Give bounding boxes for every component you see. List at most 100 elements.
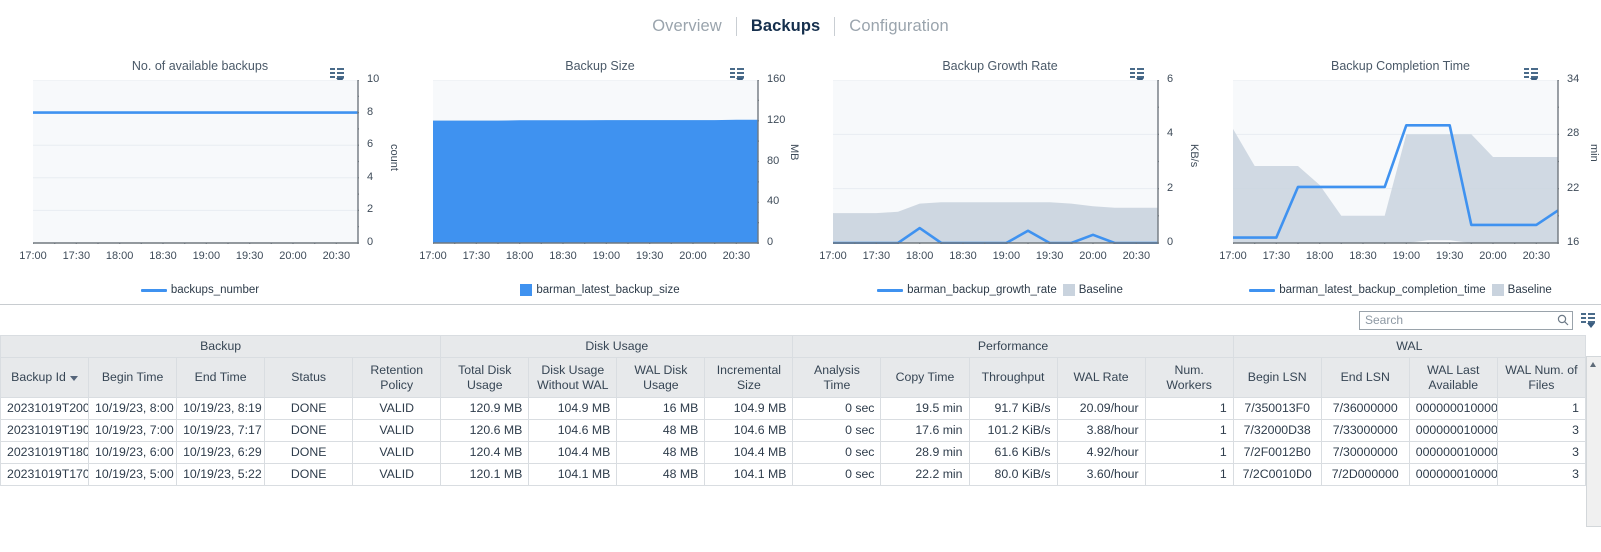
legend-item[interactable]: Baseline [1492, 284, 1552, 296]
x-tick-label: 20:00 [1073, 250, 1113, 262]
plot-wrapper: 1622283417:0017:3018:0018:3019:0019:3020… [1233, 80, 1559, 244]
table-row[interactable]: 20231019T19000510/19/23, 7:00 PM10/19/23… [1, 420, 1586, 442]
table-row[interactable]: 20231019T20000510/19/23, 8:00 PM10/19/23… [1, 398, 1586, 420]
table-column-header-backup-id[interactable]: Backup Id [1, 358, 89, 398]
cell-begin-lsn: 7/2C0010D0 [1233, 464, 1321, 486]
table-column-header-total-disk-usage[interactable]: Total Disk Usage [441, 358, 529, 398]
plot-area [833, 80, 1159, 244]
table-column-header-incremental-size[interactable]: Incremental Size [705, 358, 793, 398]
cell-wal-rate: 20.09/hour [1057, 398, 1145, 420]
cell-retention-policy: VALID [353, 398, 441, 420]
nav-tab-overview[interactable]: Overview [638, 18, 736, 35]
table-row[interactable]: 20231019T18000410/19/23, 6:00 PM10/19/23… [1, 442, 1586, 464]
cell-incremental-size: 104.1 MB [705, 464, 793, 486]
table-column-header-end-time[interactable]: End Time [177, 358, 265, 398]
grid-menu-icon[interactable] [1581, 313, 1595, 327]
cell-wal-num-files: 1 [1497, 398, 1585, 420]
cell-throughput: 101.2 KiB/s [969, 420, 1057, 442]
cell-analysis-time: 0 sec [793, 442, 881, 464]
table-column-header-end-lsn[interactable]: End LSN [1321, 358, 1409, 398]
cell-num-workers: 1 [1145, 464, 1233, 486]
column-header-label: Begin Time [102, 370, 164, 384]
legend-item[interactable]: Baseline [1063, 284, 1123, 296]
cell-retention-policy: VALID [353, 420, 441, 442]
legend-item[interactable]: barman_latest_backup_completion_time [1249, 284, 1485, 296]
column-header-label: End Time [195, 370, 247, 384]
cell-incremental-size: 104.6 MB [705, 420, 793, 442]
cell-wal-num-files: 3 [1497, 464, 1585, 486]
table-column-header-wal-disk-usage[interactable]: WAL Disk Usage [617, 358, 705, 398]
table-row[interactable]: 20231019T17000410/19/23, 5:00 PM10/19/23… [1, 464, 1586, 486]
plot-wrapper: 024617:0017:3018:0018:3019:0019:3020:002… [833, 80, 1159, 244]
main-navigation: Overview Backups Configuration [0, 0, 1601, 52]
column-header-label: Begin LSN [1248, 370, 1307, 384]
table-head: BackupDisk UsagePerformanceWAL Backup Id… [1, 336, 1586, 398]
y-axis-label: min [1588, 144, 1600, 162]
legend-label: barman_latest_backup_size [536, 284, 679, 296]
table-group-header: Performance [793, 336, 1233, 358]
table-column-header-wal-num-files[interactable]: WAL Num. of Files [1497, 358, 1585, 398]
nav-tab-backups[interactable]: Backups [737, 18, 834, 35]
legend-label: Baseline [1508, 284, 1552, 296]
nav-tab-configuration[interactable]: Configuration [835, 18, 962, 35]
x-tick-label: 19:30 [1030, 250, 1070, 262]
sort-descending-icon[interactable] [70, 376, 78, 381]
cell-wal-last-available: 000000010000000700000032 [1409, 442, 1497, 464]
legend-line-marker [1249, 289, 1275, 292]
cell-wal-rate: 4.92/hour [1057, 442, 1145, 464]
table-column-header-analysis-time[interactable]: Analysis Time [793, 358, 881, 398]
cell-throughput: 61.6 KiB/s [969, 442, 1057, 464]
legend-line-marker [141, 289, 167, 292]
x-tick-label: 18:00 [1300, 250, 1340, 262]
plot-area [433, 80, 759, 244]
cell-total-disk-usage: 120.4 MB [441, 442, 529, 464]
y-tick-label: 6 [367, 138, 373, 150]
cell-begin-time: 10/19/23, 5:00 PM [89, 464, 177, 486]
x-tick-label: 18:00 [100, 250, 140, 262]
y-tick-label: 80 [767, 155, 779, 167]
table-column-header-begin-time[interactable]: Begin Time [89, 358, 177, 398]
x-tick-label: 19:00 [586, 250, 626, 262]
chart-3: Backup Growth Rate024617:0017:3018:0018:… [800, 52, 1200, 304]
table-vertical-scrollbar[interactable] [1586, 356, 1601, 527]
cell-num-workers: 1 [1145, 398, 1233, 420]
y-tick-label: 120 [767, 114, 785, 126]
legend-label: barman_latest_backup_completion_time [1279, 284, 1485, 296]
chart-4: Backup Completion Time1622283417:0017:30… [1200, 52, 1601, 304]
cell-num-workers: 1 [1145, 420, 1233, 442]
x-tick-label: 20:00 [273, 250, 313, 262]
chart-2: Backup Size0408012016017:0017:3018:0018:… [400, 52, 800, 304]
legend-item[interactable]: backups_number [141, 284, 259, 296]
table-column-header-copy-time[interactable]: Copy Time [881, 358, 969, 398]
table-column-header-status[interactable]: Status [265, 358, 353, 398]
cell-end-time: 10/19/23, 6:29 PM [177, 442, 265, 464]
cell-begin-lsn: 7/350013F0 [1233, 398, 1321, 420]
cell-begin-time: 10/19/23, 7:00 PM [89, 420, 177, 442]
cell-wal-disk-usage: 48 MB [617, 442, 705, 464]
cell-status: DONE [265, 420, 353, 442]
table-column-header-wal-rate[interactable]: WAL Rate [1057, 358, 1145, 398]
column-header-label: WAL Last Available [1427, 363, 1479, 392]
table-column-header-throughput[interactable]: Throughput [969, 358, 1057, 398]
x-tick-label: 20:00 [673, 250, 713, 262]
search-input[interactable] [1359, 311, 1573, 330]
legend-item[interactable]: barman_backup_growth_rate [877, 284, 1057, 296]
column-header-label: Disk Usage Without WAL [537, 363, 608, 392]
plot-area [33, 80, 359, 244]
legend-item[interactable]: barman_latest_backup_size [520, 284, 679, 296]
table-column-header-disk-usage-without-wal[interactable]: Disk Usage Without WAL [529, 358, 617, 398]
table-column-header-retention-policy[interactable]: Retention Policy [353, 358, 441, 398]
table-column-header-num-workers[interactable]: Num. Workers [1145, 358, 1233, 398]
table-group-header: Disk Usage [441, 336, 793, 358]
table-column-header-begin-lsn[interactable]: Begin LSN [1233, 358, 1321, 398]
y-tick-label: 0 [767, 236, 773, 248]
legend-box-marker [1063, 284, 1075, 296]
x-tick-label: 17:30 [456, 250, 496, 262]
charts-row: No. of available backups024681017:0017:3… [0, 52, 1601, 304]
table-group-header-row: BackupDisk UsagePerformanceWAL [1, 336, 1586, 358]
cell-status: DONE [265, 398, 353, 420]
cell-copy-time: 17.6 min [881, 420, 969, 442]
scroll-up-arrow-icon[interactable] [1587, 357, 1600, 370]
table-body: 20231019T20000510/19/23, 8:00 PM10/19/23… [1, 398, 1586, 486]
table-column-header-wal-last-available[interactable]: WAL Last Available [1409, 358, 1497, 398]
